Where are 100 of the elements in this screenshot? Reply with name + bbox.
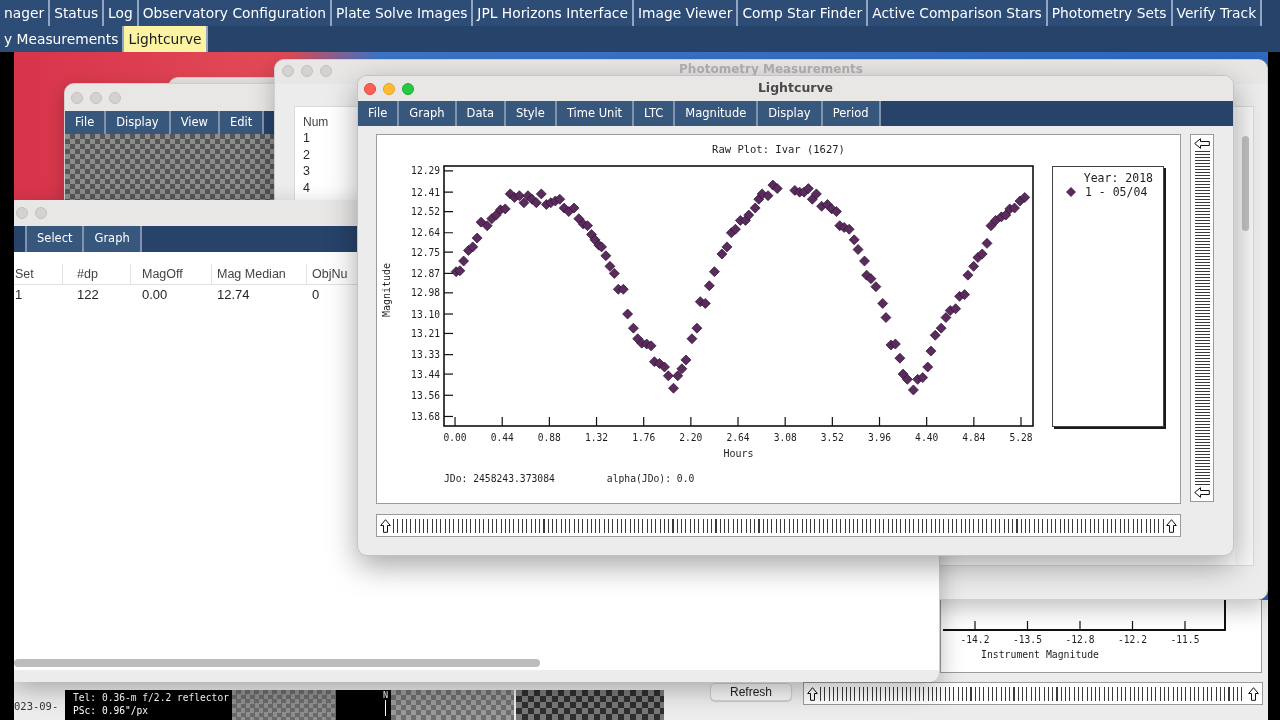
tab[interactable]: JPL Horizons Interface <box>473 0 634 26</box>
tab[interactable]: Log <box>104 0 139 26</box>
column-header[interactable]: Mag Median <box>217 264 286 284</box>
tab[interactable]: Active Comparison Stars <box>868 0 1048 26</box>
tab[interactable]: Observatory Configuration <box>138 0 332 26</box>
tab[interactable]: Comp Star Finder <box>738 0 869 26</box>
refresh-button[interactable]: Refresh <box>710 683 792 701</box>
data-point <box>663 370 674 382</box>
column-header[interactable]: MagOff <box>142 264 183 284</box>
close-button[interactable] <box>282 65 294 77</box>
data-point <box>1019 192 1031 203</box>
up-arrow-icon[interactable] <box>380 518 391 533</box>
data-point <box>843 223 855 235</box>
scrollbar-thumb[interactable] <box>14 658 540 667</box>
tab[interactable]: Image Viewer <box>633 0 739 26</box>
menu-item[interactable]: Display <box>758 101 823 126</box>
tick-label: -13.5 <box>1013 634 1042 645</box>
tab[interactable]: nager <box>0 0 51 26</box>
scrollbar[interactable] <box>803 682 1263 705</box>
scrollbar[interactable] <box>1190 134 1214 502</box>
data-point <box>985 220 997 232</box>
data-point <box>870 281 882 292</box>
tab[interactable]: y Measurements <box>0 26 125 52</box>
data-point <box>454 265 466 277</box>
data-point <box>573 213 585 224</box>
column-header[interactable]: #dp <box>77 264 98 284</box>
close-button[interactable] <box>364 82 376 95</box>
data-point <box>709 266 720 277</box>
scrollbar[interactable] <box>376 514 1181 537</box>
minimize-button[interactable] <box>90 91 102 104</box>
data-point <box>925 345 937 357</box>
menu-item[interactable]: Period <box>822 101 881 126</box>
up-arrow-icon[interactable] <box>1166 518 1177 533</box>
column-header[interactable]: Num <box>303 112 329 131</box>
compass-label: N <box>382 690 388 700</box>
tab[interactable]: Photometry Sets <box>1047 0 1173 26</box>
tab[interactable]: Plate Solve Images <box>332 0 474 26</box>
tick-label: 2.20 <box>679 432 703 443</box>
tick-label: 13.56 <box>411 389 440 401</box>
menu-item[interactable]: Time Unit <box>556 101 635 126</box>
jdo-value: JDo: 2458243.373084 <box>444 473 555 485</box>
left-arrow-icon[interactable] <box>1194 138 1210 149</box>
tick-label: 5.28 <box>1009 432 1033 443</box>
menu-item[interactable]: Data <box>456 101 506 126</box>
tick-label: 12.75 <box>411 246 440 258</box>
tick-label: 13.33 <box>411 349 440 361</box>
menu-item[interactable]: Display <box>106 111 171 134</box>
menu-item[interactable]: LTC <box>634 101 676 126</box>
zoom-button[interactable] <box>402 82 414 95</box>
data-point <box>499 203 511 215</box>
compass-line <box>384 700 386 716</box>
data-point <box>604 260 616 272</box>
zoom-button[interactable] <box>109 91 121 104</box>
data-point <box>458 255 469 267</box>
menu-item[interactable]: Magnitude <box>675 101 759 126</box>
menu-item[interactable]: Style <box>506 101 557 126</box>
minimize-button[interactable] <box>383 82 395 95</box>
tick-label: -12.2 <box>1118 634 1147 645</box>
tick-label: 12.29 <box>411 165 440 177</box>
table-cell-text: 1 <box>303 129 310 147</box>
column-header[interactable]: Set <box>15 264 34 284</box>
data-point <box>803 183 814 194</box>
tick-label: 12.52 <box>411 206 440 218</box>
minimize-button[interactable] <box>16 207 28 219</box>
up-arrow-icon[interactable] <box>807 686 818 701</box>
data-point <box>859 255 870 267</box>
tick-label: 0.44 <box>490 432 514 443</box>
data-point <box>852 244 864 255</box>
menu-item[interactable]: View <box>170 111 220 134</box>
data-point <box>935 322 947 334</box>
menu-item[interactable]: Graph <box>84 226 142 252</box>
data-point <box>703 280 715 292</box>
data-point <box>659 361 670 373</box>
zoom-button[interactable] <box>35 207 47 219</box>
tab[interactable]: Lightcurve <box>124 26 208 52</box>
tab[interactable]: Status <box>50 0 105 26</box>
data-point <box>530 197 542 209</box>
data-point <box>749 202 761 214</box>
zoom-button[interactable] <box>320 65 332 77</box>
menu-item[interactable]: Edit <box>219 111 265 134</box>
data-point <box>628 322 639 334</box>
column-header[interactable]: ObjNu <box>312 264 348 284</box>
date-label: 023-09- <box>14 700 59 712</box>
menu-item[interactable]: Select <box>27 226 85 252</box>
scrollbar-thumb[interactable] <box>1242 136 1249 231</box>
menu-item[interactable]: Graph <box>399 101 457 126</box>
legend-label: 1 - 05/04 <box>1085 185 1148 199</box>
left-arrow-icon[interactable] <box>1194 487 1210 498</box>
chart-title: Raw Plot: Ivar (1627) <box>712 142 845 156</box>
menu-item[interactable]: File <box>358 101 400 126</box>
data-point <box>950 303 961 315</box>
tick-label: 3.96 <box>867 432 892 443</box>
minimize-button[interactable] <box>301 65 313 77</box>
tab[interactable]: Verify Track <box>1172 0 1263 26</box>
up-arrow-icon[interactable] <box>1248 686 1259 701</box>
menu-item[interactable]: File <box>65 111 107 134</box>
close-button[interactable] <box>71 91 83 104</box>
tick-label: 4.40 <box>915 432 939 443</box>
tick-label: 12.41 <box>411 186 440 198</box>
tick-label: 3.08 <box>773 432 797 443</box>
